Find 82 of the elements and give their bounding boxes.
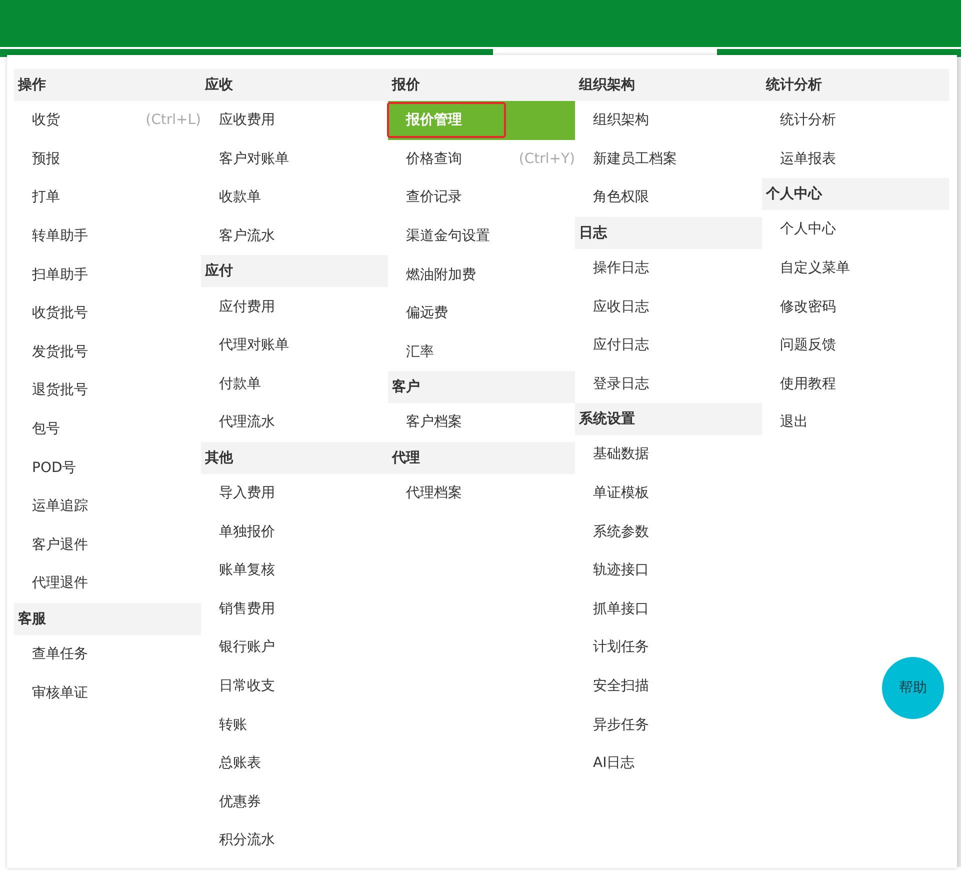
- menu-item[interactable]: 审核单证: [14, 673, 201, 712]
- menu-item[interactable]: 转账: [201, 705, 388, 744]
- menu-item[interactable]: 组织架构: [575, 101, 762, 140]
- menu-item[interactable]: 自定义菜单: [762, 248, 949, 288]
- section-title: 其他: [201, 442, 388, 474]
- menu-item[interactable]: 代理退件: [14, 564, 201, 603]
- menu-item[interactable]: 计划任务: [575, 628, 762, 667]
- menu-item-label: 价格查询: [406, 150, 462, 168]
- menu-item[interactable]: 导入费用: [201, 474, 388, 512]
- menu-item[interactable]: 使用教程: [762, 364, 949, 404]
- menu-item[interactable]: 新建员工档案: [575, 140, 762, 178]
- menu-item[interactable]: 客户对账单: [201, 140, 388, 178]
- menu-item[interactable]: 包号: [14, 410, 201, 448]
- menu-item[interactable]: 操作日志: [575, 248, 762, 288]
- menu-item[interactable]: 销售费用: [201, 590, 388, 628]
- menu-item[interactable]: 收货批号: [14, 294, 201, 333]
- menu-item[interactable]: 客户流水: [201, 216, 388, 256]
- menu-item[interactable]: 打单: [14, 178, 201, 217]
- menu-item[interactable]: 基础数据: [575, 435, 762, 474]
- menu-item[interactable]: 燃油附加费: [388, 255, 575, 294]
- menu-item[interactable]: 总账表: [201, 744, 388, 782]
- menu-item[interactable]: 代理对账单: [201, 326, 388, 365]
- section-title: 统计分析: [762, 69, 949, 101]
- menu-item[interactable]: 单独报价: [201, 512, 388, 551]
- menu-item[interactable]: 代理档案: [388, 474, 575, 512]
- menu-item[interactable]: POD号: [14, 448, 201, 487]
- menu-item[interactable]: 修改密码: [762, 287, 949, 326]
- menu-item-label: 收货: [32, 111, 60, 130]
- menu-item[interactable]: 积分流水: [201, 821, 388, 860]
- menu-item[interactable]: 预报: [14, 140, 201, 178]
- menu-item[interactable]: 查价记录: [388, 178, 575, 217]
- menu-item[interactable]: 偏远费: [388, 294, 575, 333]
- menu-item[interactable]: 代理流水: [201, 403, 388, 442]
- menu-item[interactable]: 单证模板: [575, 474, 762, 512]
- menu-item[interactable]: 运单追踪: [14, 486, 201, 526]
- menu-item[interactable]: 账单复核: [201, 550, 388, 590]
- section-title: 系统设置: [575, 403, 762, 436]
- section-title: 日志: [575, 216, 762, 249]
- menu-item[interactable]: 汇率: [388, 332, 575, 372]
- menu-item[interactable]: 角色权限: [575, 178, 762, 217]
- menu-item[interactable]: 收款单: [201, 178, 388, 217]
- menu-item[interactable]: 异步任务: [575, 705, 762, 744]
- section-title: 报价: [388, 69, 575, 101]
- menu-item[interactable]: 问题反馈: [762, 326, 949, 365]
- menu-item[interactable]: 退货批号: [14, 371, 201, 410]
- menu-item[interactable]: 退出: [762, 403, 949, 442]
- menu-item[interactable]: 应收费用: [201, 101, 388, 140]
- menu-item[interactable]: 应收日志: [575, 287, 762, 326]
- menu-item[interactable]: 安全扫描: [575, 666, 762, 706]
- menu-item[interactable]: 扫单助手: [14, 255, 201, 294]
- menu-item[interactable]: 优惠券: [201, 782, 388, 822]
- menu-item[interactable]: 收货 (Ctrl+L): [14, 101, 201, 140]
- menu-item[interactable]: 转单助手: [14, 216, 201, 256]
- menu-item[interactable]: 系统参数: [575, 512, 762, 551]
- menu-item[interactable]: 查单任务: [14, 634, 201, 674]
- menu-item[interactable]: 发货批号: [14, 332, 201, 372]
- shortcut-text: (Ctrl+Y): [518, 150, 575, 167]
- section-title: 应收: [201, 69, 388, 101]
- section-title: 个人中心: [762, 178, 949, 210]
- section-title: 操作: [14, 69, 201, 101]
- section-title: 客户: [388, 371, 575, 404]
- menu-item[interactable]: 付款单: [201, 364, 388, 404]
- menu-item[interactable]: 客户档案: [388, 403, 575, 442]
- menu-item[interactable]: 运单报表: [762, 140, 949, 178]
- menu-item[interactable]: 统计分析: [762, 101, 949, 140]
- menu-item[interactable]: AI日志: [575, 744, 762, 782]
- menu-item[interactable]: 应付费用: [201, 287, 388, 326]
- section-title: 应付: [201, 255, 388, 288]
- menu-item[interactable]: 日常收支: [201, 666, 388, 706]
- section-title: 组织架构: [575, 69, 762, 101]
- section-title: 代理: [388, 442, 575, 474]
- menu-item[interactable]: 价格查询 (Ctrl+Y): [388, 140, 575, 178]
- menu-item[interactable]: 轨迹接口: [575, 550, 762, 590]
- menu-item[interactable]: 应付日志: [575, 326, 762, 365]
- menu-item[interactable]: 登录日志: [575, 364, 762, 404]
- shortcut-text: (Ctrl+L): [146, 112, 201, 128]
- menu-item[interactable]: 个人中心: [762, 210, 949, 249]
- menu-item[interactable]: 客户退件: [14, 526, 201, 564]
- section-title: 客服: [14, 602, 201, 635]
- menu-item[interactable]: 渠道金句设置: [388, 216, 575, 256]
- menu-item[interactable]: 银行账户: [201, 628, 388, 667]
- menu-item[interactable]: 抓单接口: [575, 590, 762, 628]
